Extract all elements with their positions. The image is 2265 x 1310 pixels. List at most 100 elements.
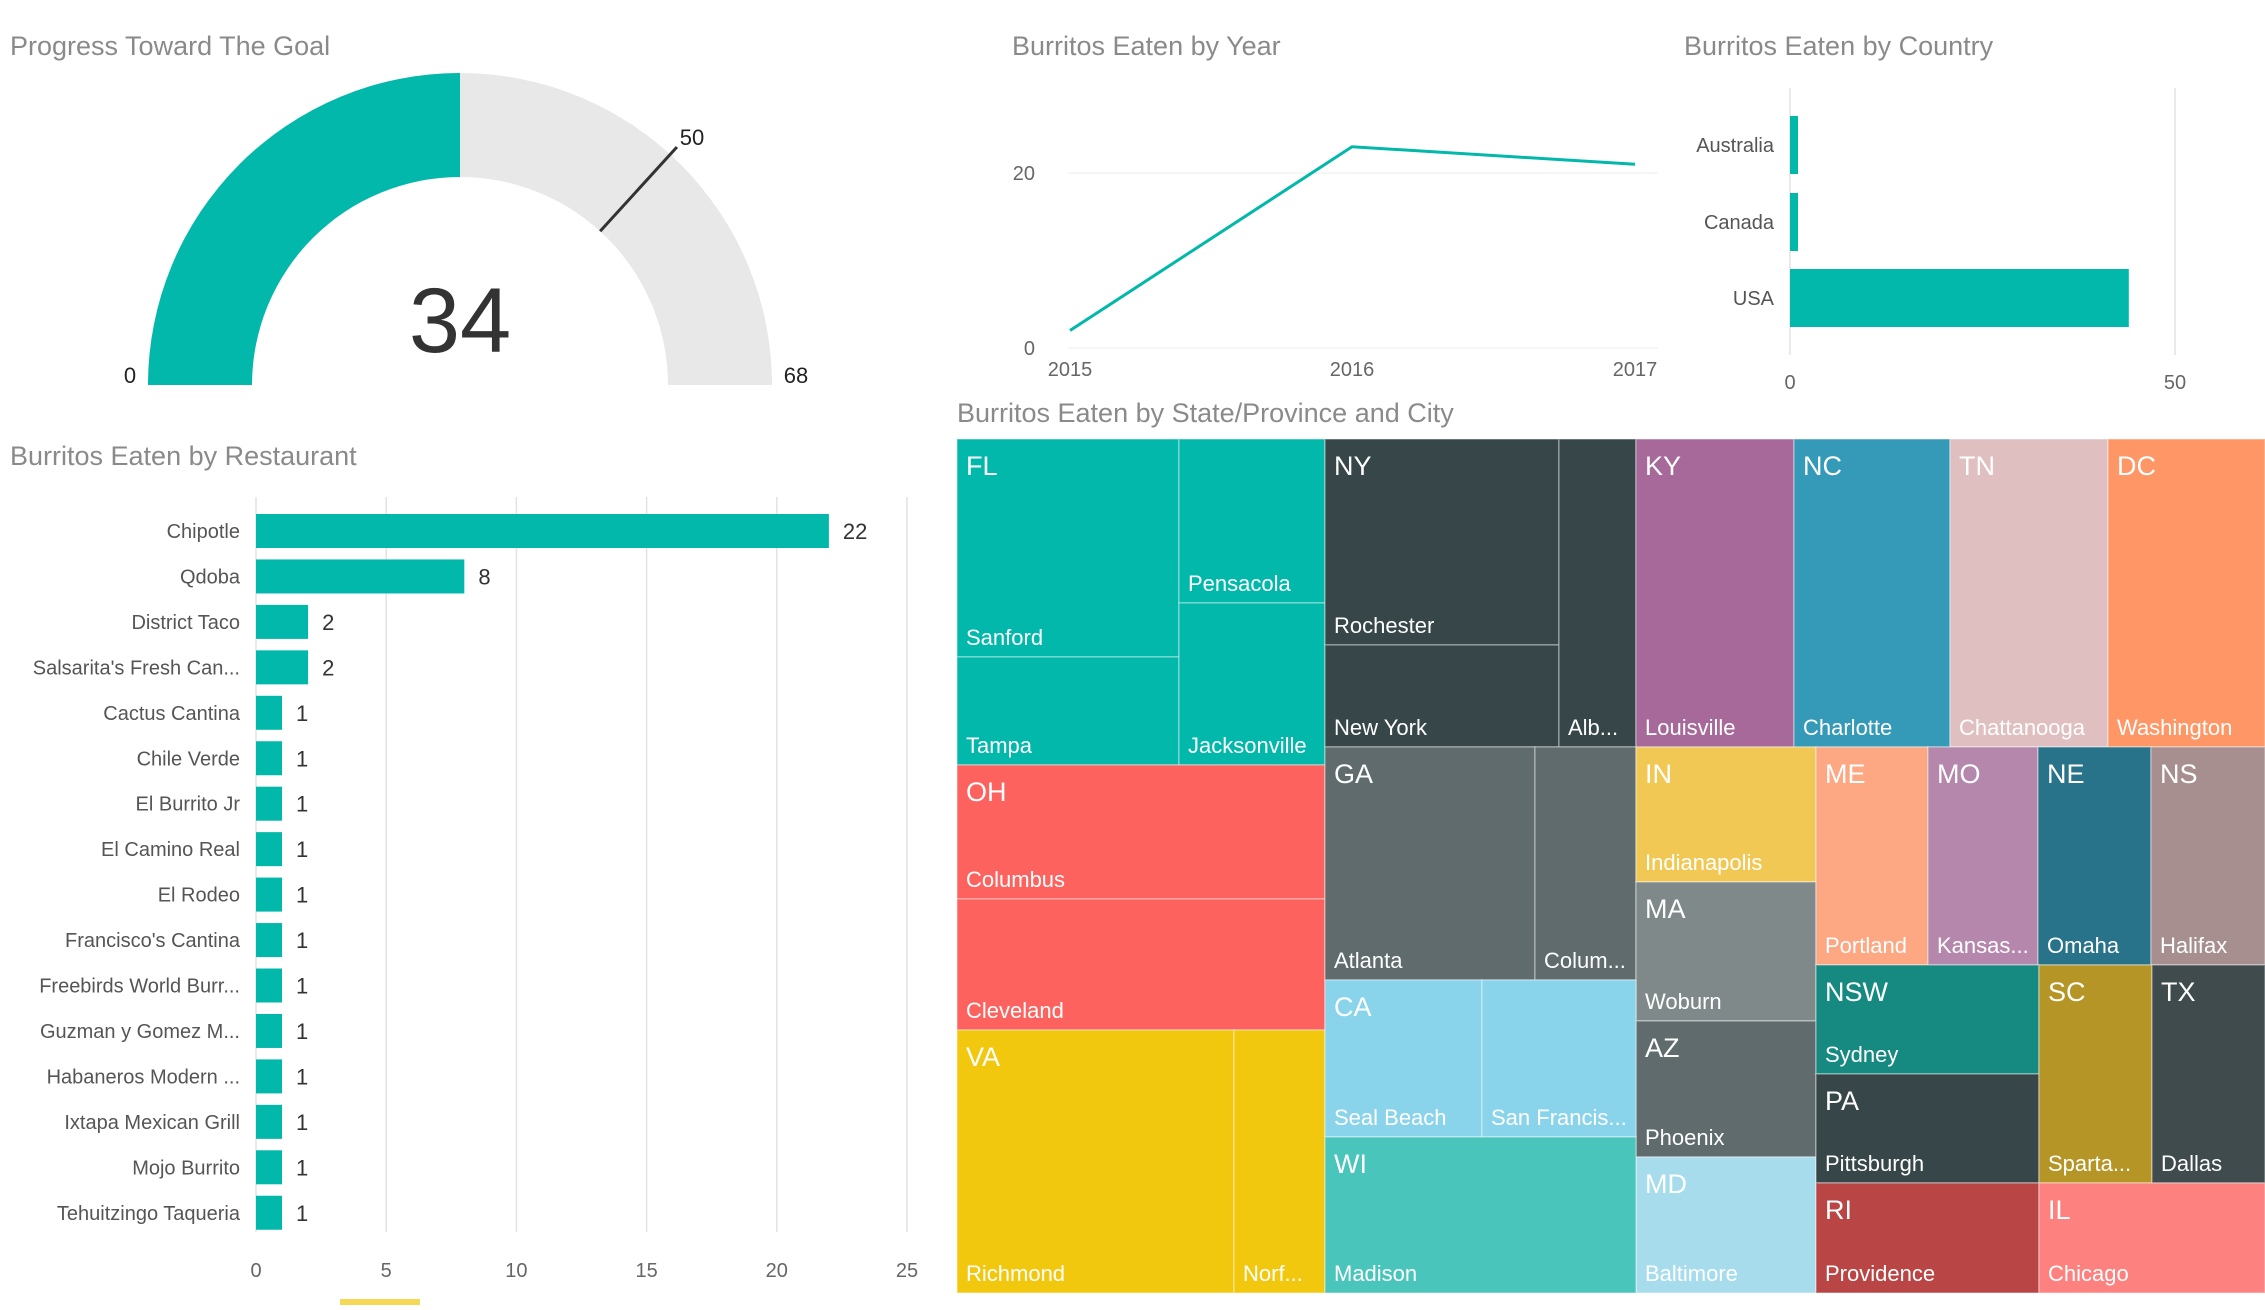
page-tab-indicator bbox=[340, 1299, 420, 1305]
treemap-city-label: New York bbox=[1334, 715, 1428, 740]
treemap-state-city[interactable]: Burritos Eaten by State/Province and Cit… bbox=[957, 398, 2265, 1293]
restaurant-label-2: District Taco bbox=[131, 612, 240, 634]
restaurant-value-15: 1 bbox=[296, 1201, 308, 1226]
treemap-state-pa: PA bbox=[1825, 1086, 1859, 1116]
restaurant-bar-9[interactable] bbox=[256, 923, 282, 957]
restaurant-bar-14[interactable] bbox=[256, 1150, 282, 1184]
restaurant-value-10: 1 bbox=[296, 974, 308, 999]
gauge-min-label: 0 bbox=[124, 363, 136, 388]
restaurant-bar-12[interactable] bbox=[256, 1059, 282, 1093]
restaurant-xtick-15: 15 bbox=[635, 1260, 657, 1282]
treemap-city-label: Portland bbox=[1825, 933, 1907, 958]
treemap-state-ri: RI bbox=[1825, 1195, 1852, 1225]
country-chart-title: Burritos Eaten by Country bbox=[1684, 31, 1994, 61]
restaurant-bar-3[interactable] bbox=[256, 650, 308, 684]
treemap-state-wi: WI bbox=[1334, 1149, 1367, 1179]
treemap-city-label: Dallas bbox=[2161, 1151, 2222, 1176]
restaurant-bar-7[interactable] bbox=[256, 832, 282, 866]
restaurant-label-14: Mojo Burrito bbox=[132, 1157, 240, 1179]
treemap-city-label: Seal Beach bbox=[1334, 1105, 1447, 1130]
treemap-cell-dc-0[interactable] bbox=[2108, 439, 2265, 747]
treemap-city-label: Cleveland bbox=[966, 998, 1064, 1023]
treemap-city-label: Woburn bbox=[1645, 989, 1722, 1014]
treemap-city-label: Kansas... bbox=[1937, 933, 2029, 958]
country-label-2: USA bbox=[1733, 288, 1775, 310]
restaurant-bar-0[interactable] bbox=[256, 514, 829, 548]
gauge-value-label: 34 bbox=[409, 270, 511, 372]
restaurant-value-8: 1 bbox=[296, 883, 308, 908]
treemap-cell-ga-1[interactable] bbox=[1535, 747, 1636, 980]
restaurant-bar-13[interactable] bbox=[256, 1105, 282, 1139]
treemap-state-ga: GA bbox=[1334, 759, 1373, 789]
restaurant-bar-11[interactable] bbox=[256, 1014, 282, 1048]
restaurant-bar-1[interactable] bbox=[256, 559, 464, 593]
line-xtick-2017: 2017 bbox=[1613, 359, 1658, 381]
restaurant-xtick-20: 20 bbox=[766, 1260, 788, 1282]
gauge-title: Progress Toward The Goal bbox=[10, 31, 330, 61]
line-ytick-20: 20 bbox=[1013, 163, 1035, 185]
treemap-state-ma: MA bbox=[1645, 894, 1686, 924]
treemap-state-ny: NY bbox=[1334, 451, 1372, 481]
country-label-0: Australia bbox=[1696, 135, 1775, 157]
restaurant-bar-2[interactable] bbox=[256, 605, 308, 639]
treemap-state-tx: TX bbox=[2161, 977, 2196, 1007]
restaurant-label-12: Habaneros Modern ... bbox=[47, 1066, 240, 1088]
line-series[interactable] bbox=[1070, 147, 1635, 331]
treemap-city-label: Jacksonville bbox=[1188, 733, 1307, 758]
treemap-cell-ny-2[interactable] bbox=[1559, 439, 1636, 747]
treemap-state-in: IN bbox=[1645, 759, 1672, 789]
restaurant-label-4: Cactus Cantina bbox=[103, 703, 241, 725]
restaurant-bar-4[interactable] bbox=[256, 696, 282, 730]
restaurant-bar-8[interactable] bbox=[256, 878, 282, 912]
treemap-city-label: Providence bbox=[1825, 1261, 1935, 1286]
restaurant-xtick-25: 25 bbox=[896, 1260, 918, 1282]
restaurant-label-1: Qdoba bbox=[180, 566, 241, 588]
treemap-state-oh: OH bbox=[966, 777, 1007, 807]
restaurant-label-11: Guzman y Gomez M... bbox=[40, 1021, 240, 1043]
restaurant-bar-15[interactable] bbox=[256, 1196, 282, 1230]
gauge-visual[interactable]: Progress Toward The Goal 34 0 68 50 bbox=[10, 31, 808, 388]
country-bar-0[interactable] bbox=[1790, 116, 1798, 174]
country-bar-2[interactable] bbox=[1790, 269, 2129, 327]
treemap-city-label: Chicago bbox=[2048, 1261, 2129, 1286]
treemap-city-label: Phoenix bbox=[1645, 1125, 1725, 1150]
treemap-city-label: Omaha bbox=[2047, 933, 2120, 958]
restaurant-value-12: 1 bbox=[296, 1064, 308, 1089]
restaurant-label-0: Chipotle bbox=[167, 521, 240, 543]
treemap-state-me: ME bbox=[1825, 759, 1866, 789]
treemap-state-ky: KY bbox=[1645, 451, 1681, 481]
restaurant-bar-5[interactable] bbox=[256, 741, 282, 775]
treemap-city-label: Pittsburgh bbox=[1825, 1151, 1924, 1176]
treemap-city-label: Louisville bbox=[1645, 715, 1736, 740]
bar-chart-restaurant[interactable]: Burritos Eaten by Restaurant 0510152025 … bbox=[10, 441, 918, 1282]
country-bar-1[interactable] bbox=[1790, 193, 1798, 251]
restaurant-value-2: 2 bbox=[322, 610, 334, 635]
treemap-state-nsw: NSW bbox=[1825, 977, 1889, 1007]
treemap-city-label: Chattanooga bbox=[1959, 715, 2086, 740]
treemap-cell-va-1[interactable] bbox=[1234, 1030, 1325, 1293]
treemap-city-label: Sanford bbox=[966, 625, 1043, 650]
restaurant-value-0: 22 bbox=[843, 519, 867, 544]
line-chart-year[interactable]: Burritos Eaten by Year 0 20 201520162017 bbox=[1012, 31, 1658, 381]
treemap-cell-tn-0[interactable] bbox=[1950, 439, 2108, 747]
country-xtick-50: 50 bbox=[2164, 372, 2186, 394]
treemap-state-ne: NE bbox=[2047, 759, 2085, 789]
treemap-cell-nc-0[interactable] bbox=[1794, 439, 1950, 747]
treemap-city-label: Tampa bbox=[966, 733, 1033, 758]
dashboard-canvas: Progress Toward The Goal 34 0 68 50 Burr… bbox=[0, 0, 2265, 1305]
bar-chart-country[interactable]: Burritos Eaten by Country 0 50 Australia… bbox=[1684, 31, 2186, 394]
restaurant-value-13: 1 bbox=[296, 1110, 308, 1135]
restaurant-label-10: Freebirds World Burr... bbox=[39, 976, 240, 998]
restaurant-xtick-10: 10 bbox=[505, 1260, 527, 1282]
treemap-cell-ky-0[interactable] bbox=[1636, 439, 1794, 747]
line-ytick-0: 0 bbox=[1024, 338, 1035, 360]
treemap-city-label: Baltimore bbox=[1645, 1261, 1738, 1286]
restaurant-label-15: Tehuitzingo Taqueria bbox=[57, 1203, 241, 1225]
treemap-state-ca: CA bbox=[1334, 992, 1372, 1022]
treemap-city-label: Columbus bbox=[966, 867, 1065, 892]
line-xtick-2016: 2016 bbox=[1330, 359, 1375, 381]
treemap-state-ns: NS bbox=[2160, 759, 2198, 789]
treemap-state-md: MD bbox=[1645, 1169, 1687, 1199]
restaurant-bar-6[interactable] bbox=[256, 787, 282, 821]
restaurant-bar-10[interactable] bbox=[256, 969, 282, 1003]
